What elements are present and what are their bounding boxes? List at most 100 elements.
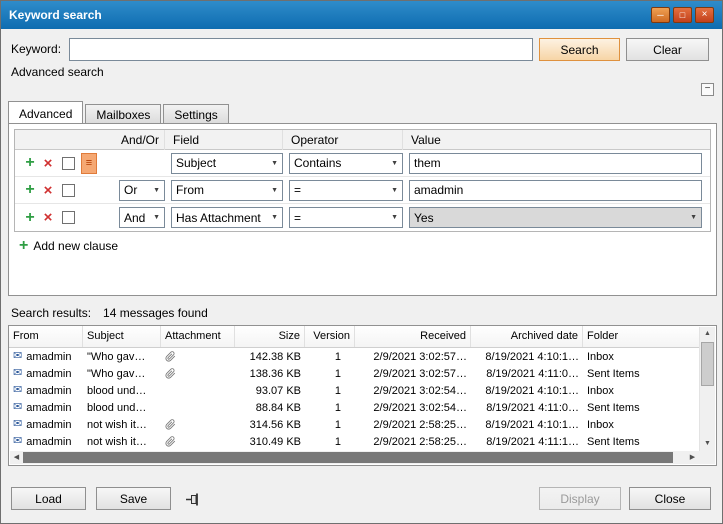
delete-clause-icon[interactable]: × — [39, 156, 57, 171]
advanced-tab-panel: And/Or Field Operator Value + × ≡ Subjec… — [8, 123, 717, 296]
scroll-left-icon[interactable]: ◀ — [10, 451, 23, 464]
results-caption: Search results: 14 messages found — [11, 306, 208, 320]
mail-icon: ✉ — [13, 368, 22, 379]
cell-version: 1 — [305, 402, 355, 414]
pin-icon[interactable] — [185, 491, 205, 507]
cell-version: 1 — [305, 368, 355, 380]
clause-row-3: + × And ▼ Has Attachment ▼ = ▼ Yes — [15, 204, 710, 231]
field-select[interactable]: Has Attachment ▼ — [171, 207, 283, 228]
column-header-from[interactable]: From — [9, 326, 83, 347]
mail-icon: ✉ — [13, 402, 22, 413]
close-button[interactable]: × — [695, 7, 714, 23]
chevron-down-icon: ▼ — [684, 214, 697, 221]
header-operator: Operator — [289, 130, 403, 150]
result-row-3[interactable]: ✉amadmin blood und… 93.07 KB 1 2/9/2021 … — [9, 382, 700, 399]
chevron-down-icon: ▼ — [385, 160, 398, 167]
clause-value-select-value: Yes — [414, 211, 434, 225]
result-row-2[interactable]: ✉amadmin "Who gav… 138.36 KB 1 2/9/2021 … — [9, 365, 700, 382]
cell-archived-date: 8/19/2021 4:10:1… — [471, 419, 583, 431]
advanced-search-toggle[interactable]: Advanced search — [11, 65, 104, 79]
column-header-received[interactable]: Received — [355, 326, 471, 347]
horizontal-scroll-thumb[interactable] — [23, 452, 673, 463]
keyword-input[interactable] — [69, 38, 533, 61]
cell-received: 2/9/2021 2:58:25… — [355, 419, 471, 431]
add-clause-icon[interactable]: + — [21, 210, 39, 226]
column-header-version[interactable]: Version — [305, 326, 355, 347]
cell-subject: blood und… — [83, 385, 161, 397]
operator-select[interactable]: = ▼ — [289, 180, 403, 201]
clause-row-1: + × ≡ Subject ▼ Contains ▼ — [15, 150, 710, 177]
clause-value-select[interactable]: Yes ▼ — [409, 207, 702, 228]
cell-folder: Sent Items — [583, 368, 700, 380]
results-label: Search results: — [11, 306, 91, 320]
add-new-clause-link[interactable]: + Add new clause — [19, 238, 118, 254]
minimize-button[interactable]: ─ — [651, 7, 670, 23]
add-clause-icon[interactable]: + — [21, 155, 39, 171]
clause-checkbox[interactable] — [62, 184, 75, 197]
operator-select[interactable]: = ▼ — [289, 207, 403, 228]
result-row-6[interactable]: ✉amadmin not wish it… 310.49 KB 1 2/9/20… — [9, 433, 700, 450]
result-row-1[interactable]: ✉amadmin "Who gav… 142.38 KB 1 2/9/2021 … — [9, 348, 700, 365]
mail-icon: ✉ — [13, 385, 22, 396]
clause-grid: And/Or Field Operator Value + × ≡ Subjec… — [14, 129, 711, 232]
tab-advanced[interactable]: Advanced — [8, 101, 83, 123]
delete-clause-icon[interactable]: × — [39, 183, 57, 198]
result-row-4[interactable]: ✉amadmin blood und… 88.84 KB 1 2/9/2021 … — [9, 399, 700, 416]
vertical-scrollbar[interactable]: ▲ ▼ — [699, 327, 715, 451]
result-row-5[interactable]: ✉amadmin not wish it… 314.56 KB 1 2/9/20… — [9, 416, 700, 433]
cell-archived-date: 8/19/2021 4:11:1… — [471, 436, 583, 448]
load-button[interactable]: Load — [11, 487, 86, 510]
paperclip-icon — [165, 350, 176, 363]
vertical-scroll-thumb[interactable] — [701, 342, 714, 386]
andor-select[interactable]: Or ▼ — [119, 180, 165, 201]
cell-subject: not wish it… — [83, 419, 161, 431]
header-field: Field — [171, 130, 283, 150]
save-button[interactable]: Save — [96, 487, 171, 510]
scroll-down-icon[interactable]: ▼ — [700, 437, 715, 451]
clause-checkbox[interactable] — [62, 211, 75, 224]
cell-received: 2/9/2021 3:02:57… — [355, 368, 471, 380]
column-header-folder[interactable]: Folder — [583, 326, 700, 347]
operator-select[interactable]: Contains ▼ — [289, 153, 403, 174]
add-clause-icon[interactable]: + — [21, 182, 39, 198]
cell-archived-date: 8/19/2021 4:10:1… — [471, 385, 583, 397]
cell-received: 2/9/2021 3:02:54… — [355, 402, 471, 414]
collapse-panel-icon[interactable]: − — [701, 83, 714, 96]
andor-select[interactable]: And ▼ — [119, 207, 165, 228]
cell-size: 142.38 KB — [235, 351, 305, 363]
tab-strip: Advanced Mailboxes Settings — [8, 102, 231, 123]
field-select[interactable]: Subject ▼ — [171, 153, 283, 174]
clause-value-input[interactable] — [409, 153, 702, 174]
clear-button[interactable]: Clear — [626, 38, 709, 61]
search-button[interactable]: Search — [539, 38, 620, 61]
chevron-down-icon: ▼ — [265, 214, 278, 221]
mail-icon: ✉ — [13, 351, 22, 362]
column-header-archived-date[interactable]: Archived date — [471, 326, 583, 347]
column-header-subject[interactable]: Subject — [83, 326, 161, 347]
column-header-attachment[interactable]: Attachment — [161, 326, 235, 347]
cell-received: 2/9/2021 3:02:57… — [355, 351, 471, 363]
paperclip-icon — [165, 367, 176, 380]
horizontal-scrollbar[interactable]: ◀ ▶ — [10, 451, 699, 464]
column-header-size[interactable]: Size — [235, 326, 305, 347]
cell-version: 1 — [305, 351, 355, 363]
operator-select-value: = — [294, 211, 301, 225]
tab-settings[interactable]: Settings — [163, 104, 228, 123]
selected-row-indicator[interactable]: ≡ — [81, 153, 97, 174]
clause-checkbox[interactable] — [62, 157, 75, 170]
cell-from: amadmin — [26, 368, 71, 380]
close-dialog-button[interactable]: Close — [629, 487, 711, 510]
maximize-button[interactable]: □ — [673, 7, 692, 23]
tab-mailboxes[interactable]: Mailboxes — [85, 104, 161, 123]
scroll-up-icon[interactable]: ▲ — [700, 327, 715, 341]
clause-value-input[interactable] — [409, 180, 702, 201]
chevron-down-icon: ▼ — [385, 214, 398, 221]
titlebar[interactable]: Keyword search ─ □ × — [1, 1, 722, 29]
cell-archived-date: 8/19/2021 4:11:0… — [471, 368, 583, 380]
cell-version: 1 — [305, 385, 355, 397]
display-button: Display — [539, 487, 621, 510]
scroll-right-icon[interactable]: ▶ — [686, 451, 699, 464]
delete-clause-icon[interactable]: × — [39, 210, 57, 225]
cell-folder: Sent Items — [583, 436, 700, 448]
field-select[interactable]: From ▼ — [171, 180, 283, 201]
